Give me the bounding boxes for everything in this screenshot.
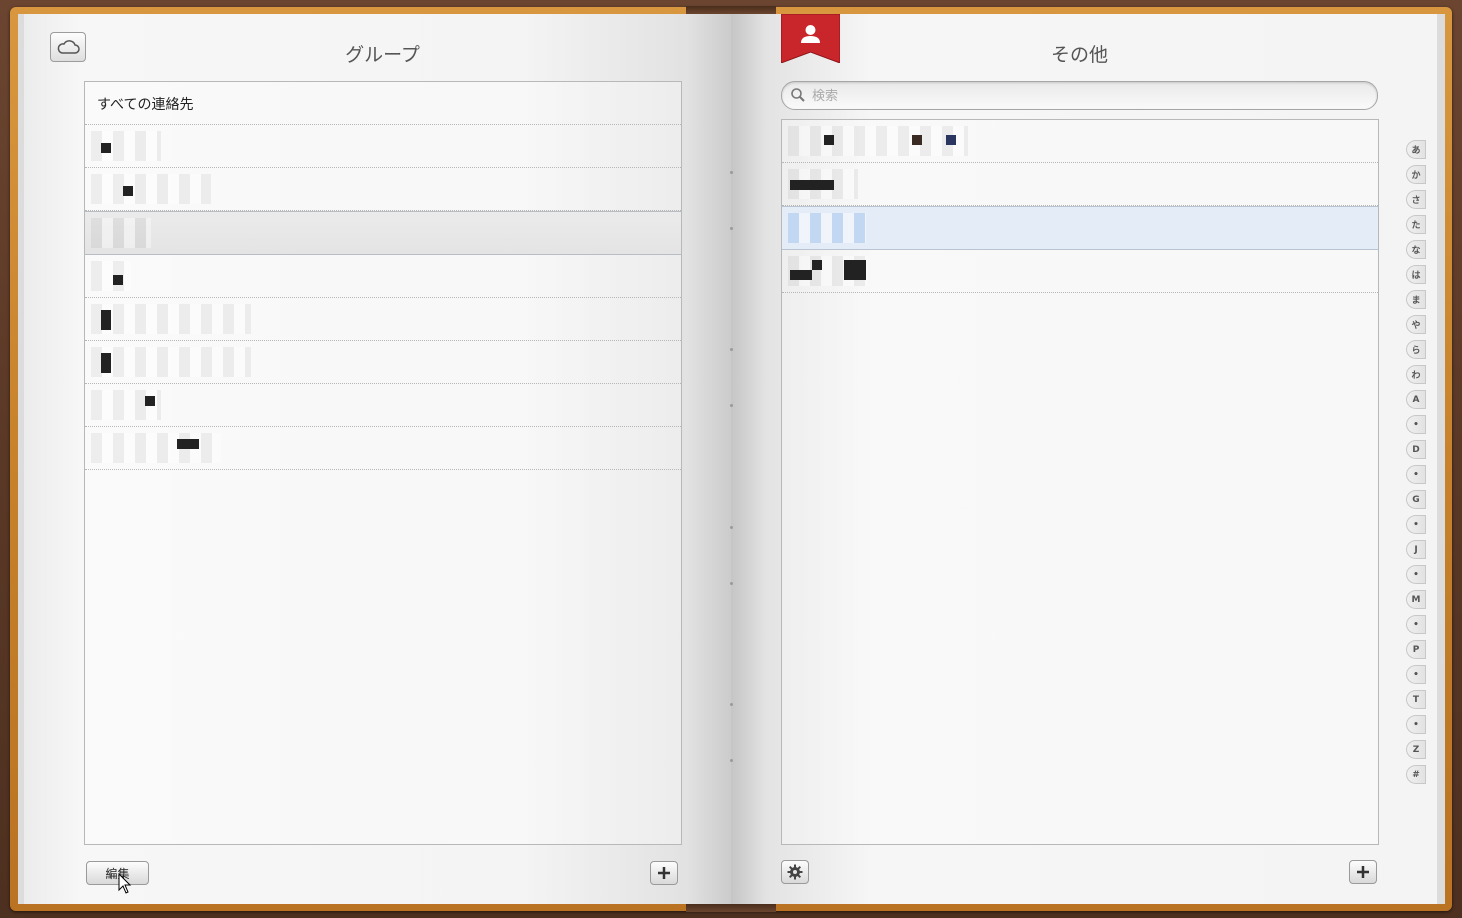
index-tab[interactable]: J: [1406, 540, 1426, 559]
index-tab[interactable]: G: [1406, 490, 1426, 509]
redaction-block: [113, 275, 123, 285]
search-icon: [791, 88, 805, 102]
settings-button[interactable]: [781, 860, 809, 884]
icloud-button[interactable]: [50, 32, 86, 62]
plus-icon: [1357, 866, 1369, 878]
search-input[interactable]: [810, 85, 1354, 107]
index-tab[interactable]: あ: [1406, 140, 1426, 159]
spine-stitch: [730, 171, 733, 174]
search-field[interactable]: [781, 81, 1378, 110]
redaction-block: [812, 260, 822, 270]
index-tab[interactable]: •: [1406, 465, 1426, 484]
redaction-block: [844, 260, 866, 280]
redaction-block: [123, 186, 133, 196]
redacted-group-name: [91, 433, 221, 463]
spine-stitch: [730, 227, 733, 230]
alphabet-index: あ か さ た な は ま や ら わ A • D • G • J • M • …: [1406, 140, 1428, 790]
cloud-icon: [57, 40, 80, 54]
spine-stitch: [730, 703, 733, 706]
redacted-contact-name: [788, 213, 866, 243]
spine-stitch: [730, 759, 733, 762]
index-tab[interactable]: Z: [1406, 740, 1426, 759]
group-row[interactable]: [85, 341, 681, 384]
redaction-block: [912, 135, 922, 145]
index-tab[interactable]: #: [1406, 765, 1426, 784]
redaction-block: [946, 135, 956, 145]
index-tab[interactable]: •: [1406, 615, 1426, 634]
contacts-group-title: その他: [1050, 44, 1108, 66]
index-tab[interactable]: わ: [1406, 365, 1426, 384]
spine-strap-top: [686, 6, 776, 14]
redaction-block: [790, 270, 812, 280]
contact-row[interactable]: [782, 163, 1378, 206]
contact-row[interactable]: [782, 120, 1378, 163]
spine-stitch: [730, 404, 733, 407]
spine-stitch: [730, 582, 733, 585]
index-tab[interactable]: •: [1406, 715, 1426, 734]
mouse-cursor-icon: [118, 873, 132, 894]
redaction-block: [101, 143, 111, 153]
add-group-button[interactable]: [650, 861, 678, 885]
redaction-block: [790, 180, 834, 190]
add-contact-button[interactable]: [1349, 860, 1377, 884]
redaction-block: [177, 439, 199, 449]
redacted-group-name: [91, 304, 251, 334]
index-tab[interactable]: •: [1406, 565, 1426, 584]
index-tab[interactable]: •: [1406, 665, 1426, 684]
index-tab[interactable]: D: [1406, 440, 1426, 459]
contact-list: [781, 119, 1379, 845]
spine-stitch: [730, 348, 733, 351]
redacted-group-name: [91, 261, 131, 291]
index-tab[interactable]: た: [1406, 215, 1426, 234]
index-tab[interactable]: A: [1406, 390, 1426, 409]
group-row-selected[interactable]: [85, 211, 681, 255]
index-tab[interactable]: さ: [1406, 190, 1426, 209]
index-tab[interactable]: は: [1406, 265, 1426, 284]
group-row[interactable]: [85, 125, 681, 168]
index-tab[interactable]: か: [1406, 165, 1426, 184]
contact-row-selected[interactable]: [782, 206, 1378, 250]
index-tab[interactable]: ら: [1406, 340, 1426, 359]
redacted-group-name: [91, 174, 211, 204]
index-tab[interactable]: や: [1406, 315, 1426, 334]
group-row-all-contacts[interactable]: すべての連絡先: [85, 82, 681, 125]
redacted-contact-name: [788, 126, 968, 156]
index-tab[interactable]: な: [1406, 240, 1426, 259]
groups-title: グループ: [345, 44, 420, 66]
group-row[interactable]: [85, 427, 681, 470]
redaction-block: [824, 135, 834, 145]
group-row[interactable]: [85, 168, 681, 211]
index-tab[interactable]: P: [1406, 640, 1426, 659]
group-row[interactable]: [85, 384, 681, 427]
group-list: すべての連絡先: [84, 81, 682, 845]
group-label: すべての連絡先: [97, 97, 194, 113]
spine-strap-bottom: [686, 904, 776, 912]
group-row[interactable]: [85, 298, 681, 341]
index-tab[interactable]: •: [1406, 515, 1426, 534]
redacted-group-name: [91, 218, 151, 248]
redaction-block: [145, 396, 155, 406]
index-tab[interactable]: T: [1406, 690, 1426, 709]
gear-icon: [787, 864, 803, 880]
contact-row[interactable]: [782, 250, 1378, 293]
plus-icon: [658, 867, 670, 879]
redaction-block: [101, 310, 111, 330]
redaction-block: [101, 353, 111, 373]
group-row[interactable]: [85, 255, 681, 298]
index-tab[interactable]: M: [1406, 590, 1426, 609]
spine-stitch: [730, 526, 733, 529]
index-tab[interactable]: ま: [1406, 290, 1426, 309]
redacted-group-name: [91, 347, 251, 377]
index-tab[interactable]: •: [1406, 415, 1426, 434]
